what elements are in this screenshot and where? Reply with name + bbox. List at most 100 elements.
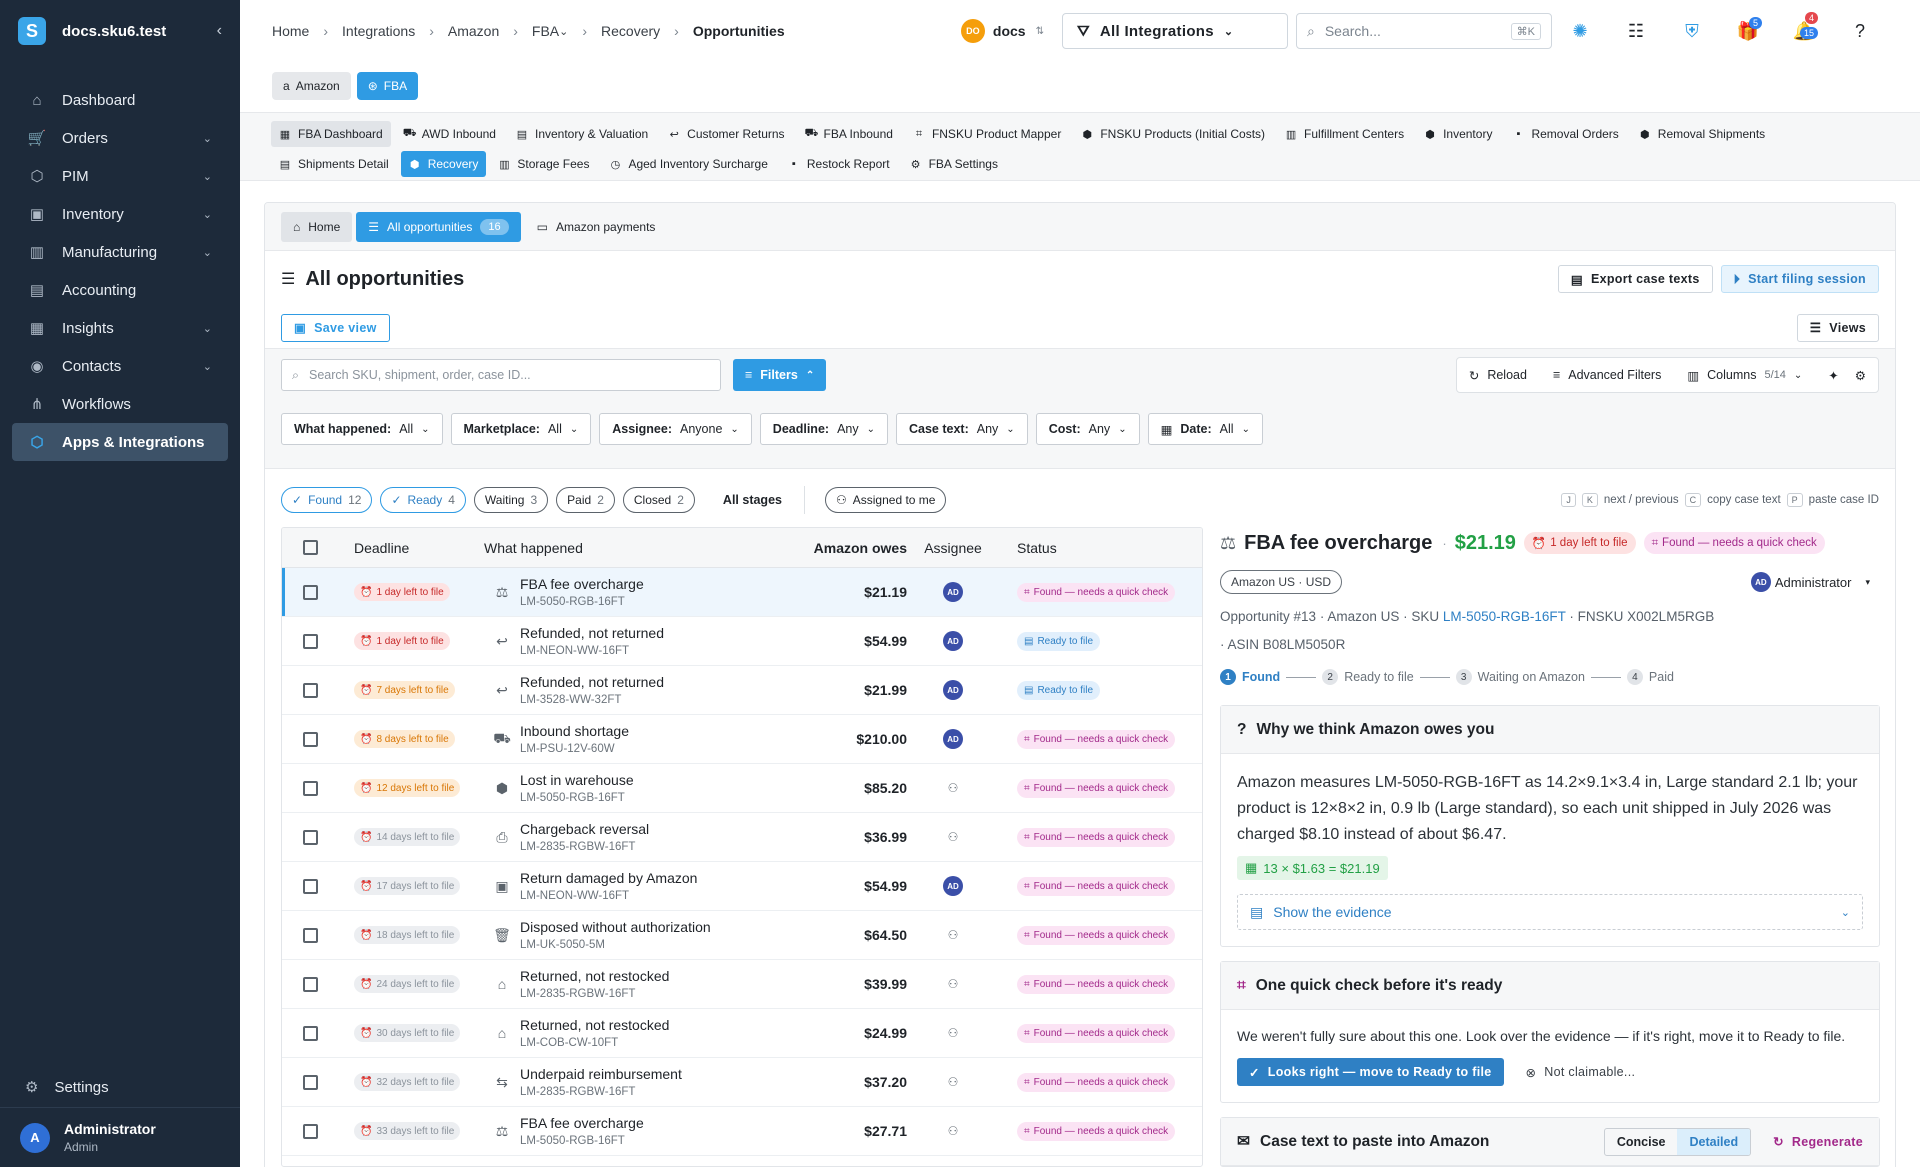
settings-gear-icon[interactable]: ⚙ [1855,368,1866,383]
row-checkbox[interactable] [302,1025,318,1041]
tab-amazon-payments[interactable]: ▭ Amazon payments [525,212,668,242]
table-row[interactable]: Lost in warehouse [282,1156,1202,1166]
tab-awd-inbound[interactable]: ⛟ AWD Inbound [395,121,504,147]
table-row[interactable]: ⏰ 8 days left to file ⛟ Inbound shortage LM-… [282,715,1202,764]
column-header[interactable]: Deadline [338,540,484,556]
row-checkbox[interactable] [302,682,318,698]
stage-pill-found[interactable]: ✓ Found 12 [281,487,373,513]
row-checkbox[interactable] [302,584,318,600]
tasks-button[interactable]: ☷ [1608,13,1664,49]
reload-button[interactable]: ↻ Reload [1469,368,1527,383]
tab-storage-fees[interactable]: ▥ Storage Fees [490,151,597,177]
column-header[interactable]: Status [999,540,1202,556]
tab-recovery[interactable]: ⬢ Recovery [400,151,487,177]
save-view-button[interactable]: ▣ Save view [281,313,390,342]
chip-amazon[interactable]: a Amazon [272,72,351,100]
breadcrumb-item[interactable]: Amazon [448,23,499,39]
filter-dropdown[interactable]: Cost: Any ⌄ [1035,413,1140,445]
chip-fba[interactable]: ⊛ FBA [356,72,419,100]
column-header[interactable]: Assignee [907,540,999,556]
not-claimable-button[interactable]: ⊗ Not claimable... [1526,1065,1636,1080]
row-checkbox[interactable] [302,633,318,649]
filter-dropdown[interactable]: Assignee: Anyone ⌄ [599,413,752,445]
seg-concise[interactable]: Concise [1605,1129,1678,1155]
filter-dropdown[interactable]: Marketplace: All ⌄ [450,413,592,445]
advanced-filters-button[interactable]: ≡ Advanced Filters [1553,368,1661,382]
sidebar-item-settings[interactable]: ⚙ Settings [0,1067,240,1107]
assigned-to-me-filter[interactable]: ⚇ Assigned to me [824,487,947,513]
cell-assignee[interactable]: ⚇ [907,781,999,795]
cell-assignee[interactable]: ⚇ [907,830,999,844]
org-switcher[interactable]: DO docs ⇅ [960,19,1044,43]
filter-dropdown[interactable]: ▦ Date: All ⌄ [1147,413,1263,445]
assignee-select[interactable]: AD Administrator ▾ [1750,572,1870,592]
table-row[interactable]: ⏰ 7 days left to file ↩ Refunded, not retur… [282,666,1202,715]
table-row[interactable]: ⏰ 18 days left to file 🗑 Disposed without a… [282,911,1202,960]
breadcrumb-item[interactable]: Home [272,23,309,39]
tab-customer-returns[interactable]: ↩ Customer Returns [660,121,792,147]
collapse-sidebar-icon[interactable]: ‹ [217,22,222,40]
sidebar-item-insights[interactable]: ▦ Insights ⌄ [0,309,240,347]
tab-fba-settings[interactable]: ⚙ FBA Settings [902,151,1006,177]
table-row[interactable]: ⏰ 24 days left to file ⌂ Returned, not rest… [282,960,1202,1009]
breadcrumb-item[interactable]: Integrations [342,23,415,39]
row-checkbox[interactable] [302,829,318,845]
sidebar-item-accounting[interactable]: ▤ Accounting [0,271,240,309]
views-button[interactable]: ☰ Views [1796,313,1879,342]
tab-removal-shipments[interactable]: ⬢ Removal Shipments [1631,121,1773,147]
tab-home[interactable]: ⌂ Home [281,211,353,242]
cell-assignee[interactable]: ⚇ [907,1026,999,1040]
cell-assignee[interactable]: ⚇ [907,977,999,991]
row-checkbox[interactable] [302,780,318,796]
tab-inventory[interactable]: ⬢ Inventory [1416,121,1500,147]
cell-assignee[interactable]: AD [907,631,999,651]
table-row[interactable]: ⏰ 12 days left to file ⬢ Lost in warehouse L… [282,764,1202,813]
opportunity-search-input[interactable]: ⌕ Search SKU, shipment, order, case ID... [281,359,721,391]
shield-button[interactable]: ⛨ [1664,13,1720,49]
sidebar-item-inventory[interactable]: ▣ Inventory ⌄ [0,195,240,233]
all-stages-button[interactable]: All stages [723,493,782,507]
table-row[interactable]: ⏰ 32 days left to file ⇆ Underpaid reimburs… [282,1058,1202,1107]
sku-link[interactable]: LM-5050-RGB-16FT [1443,609,1566,624]
cell-assignee[interactable]: AD [907,680,999,700]
row-checkbox[interactable] [302,878,318,894]
filter-dropdown[interactable]: What happened: All ⌄ [281,413,443,445]
select-all-checkbox[interactable] [302,540,318,555]
table-row[interactable]: ⏰ 1 day left to file ↩ Refunded, not return… [282,617,1202,666]
stage-pill-ready[interactable]: ✓ Ready 4 [380,487,466,513]
row-checkbox[interactable] [302,731,318,747]
cell-assignee[interactable]: AD [907,729,999,749]
brand-logo[interactable]: S [18,17,46,45]
show-evidence-toggle[interactable]: ▤ Show the evidence ⌄ [1237,894,1863,930]
table-row[interactable]: ⏰ 17 days left to file ▣ Return damaged by … [282,862,1202,911]
cell-assignee[interactable]: ⚇ [907,928,999,942]
stage-pill-waiting[interactable]: Waiting 3 [473,487,549,513]
breadcrumb-item[interactable]: FBA [532,23,559,39]
tab-shipments-detail[interactable]: ▤ Shipments Detail [271,151,397,177]
column-header[interactable]: What happened [484,540,798,556]
tab-fnsku-product-mapper[interactable]: ⌗ FNSKU Product Mapper [905,121,1069,147]
filter-dropdown[interactable]: Deadline: Any ⌄ [759,413,888,445]
table-row[interactable]: ⏰ 1 day left to file ⚖ FBA fee overcharge LM… [282,568,1202,617]
regenerate-button[interactable]: ↻ Regenerate [1773,1134,1863,1150]
breadcrumb-item[interactable]: Recovery [601,23,660,39]
row-checkbox[interactable] [302,1123,318,1139]
start-filing-session-button[interactable]: ⏵ Start filing session [1720,265,1879,293]
filters-button[interactable]: ≡ Filters ⌃ [733,359,827,391]
ai-sparkle-button[interactable]: ✺ [1552,13,1608,49]
stage-pill-closed[interactable]: Closed 2 [622,487,695,513]
gift-button[interactable]: 🎁 5 [1720,13,1776,49]
row-checkbox[interactable] [302,1074,318,1090]
cell-assignee[interactable]: AD [907,582,999,602]
sidebar-item-apps-integrations[interactable]: ⬡ Apps & Integrations [12,423,228,461]
table-row[interactable]: ⏰ 30 days left to file ⌂ Returned, not rest… [282,1009,1202,1058]
cell-assignee[interactable]: ⚇ [907,1124,999,1138]
user-profile[interactable]: A Administrator Admin [0,1107,240,1167]
tab-fulfillment-centers[interactable]: ▥ Fulfillment Centers [1277,121,1412,147]
sidebar-item-contacts[interactable]: ◉ Contacts ⌄ [0,347,240,385]
notifications-button[interactable]: 🔔415 [1776,12,1832,49]
tab-removal-orders[interactable]: ▪ Removal Orders [1504,121,1626,147]
tab-aged-inventory-surcharge[interactable]: ◷ Aged Inventory Surcharge [601,151,775,177]
cell-assignee[interactable]: AD [907,876,999,896]
tab-all-opportunities[interactable]: ☰ All opportunities 16 [356,211,521,242]
